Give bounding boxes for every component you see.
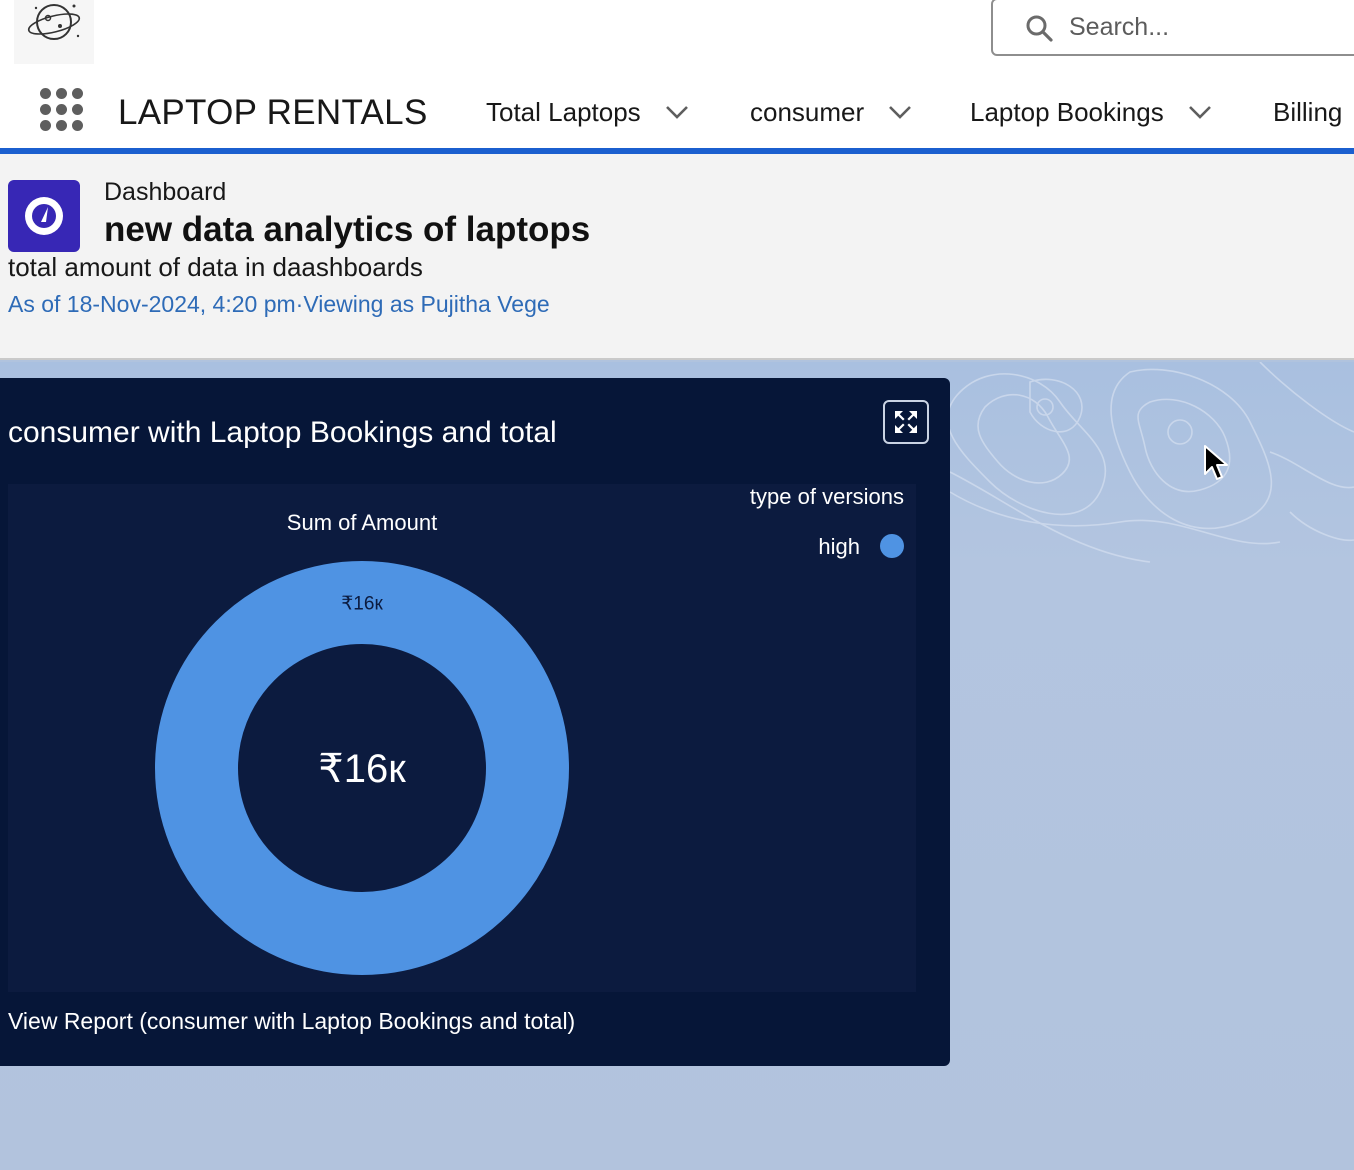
view-report-link[interactable]: View Report (consumer with Laptop Bookin… xyxy=(8,1008,575,1035)
nav-item-label: consumer xyxy=(750,96,865,127)
mouse-pointer-icon xyxy=(1204,445,1228,480)
chevron-down-icon[interactable] xyxy=(663,98,691,126)
expand-button[interactable] xyxy=(883,400,929,444)
donut-chart: Sum of Amount ₹16к ₹16к type of versions hig… xyxy=(155,484,904,975)
nav-item-label: Laptop Bookings xyxy=(970,96,1164,127)
search-icon xyxy=(1026,15,1053,42)
widget-title: consumer with Laptop Bookings and total xyxy=(8,416,557,449)
nav-item-consumer[interactable]: consumer xyxy=(750,94,914,130)
nav-item-laptop-bookings[interactable]: Laptop Bookings xyxy=(970,94,1214,130)
object-type-label: Dashboard xyxy=(104,178,227,206)
global-header xyxy=(0,0,1354,78)
dashboard-description: total amount of data in daashboards xyxy=(8,252,423,282)
donut-center-total: ₹16к xyxy=(318,747,406,791)
nav-item-billing[interactable]: Billing xyxy=(1273,94,1342,130)
search-input[interactable] xyxy=(1069,10,1349,44)
dashboard-gauge-icon xyxy=(8,180,80,252)
app-launcher-icon[interactable] xyxy=(40,88,84,132)
dashboard-widget: consumer with Laptop Bookings and total … xyxy=(0,378,950,1066)
chevron-down-icon[interactable] xyxy=(886,98,914,126)
app-navigation-bar: LAPTOP RENTALS Total Laptops consumer La… xyxy=(0,78,1354,148)
slice-value-label: ₹16к xyxy=(341,594,383,615)
global-search[interactable] xyxy=(991,0,1354,56)
nav-item-label: Billing xyxy=(1273,96,1343,127)
nav-item-total-laptops[interactable]: Total Laptops xyxy=(486,94,691,130)
legend-marker-high xyxy=(880,534,904,558)
dashboard-timestamp-viewer[interactable]: As of 18-Nov-2024, 4:20 pm·Viewing as Pu… xyxy=(8,291,550,318)
expand-icon xyxy=(895,411,917,433)
app-name: LAPTOP RENTALS xyxy=(118,93,428,132)
chart-title: Sum of Amount xyxy=(287,510,437,535)
planet-logo-icon[interactable] xyxy=(14,0,94,64)
page-title: new data analytics of laptops xyxy=(104,210,591,249)
chart-area: Sum of Amount ₹16к ₹16к type of versions hig… xyxy=(8,484,916,992)
nav-item-label: Total Laptops xyxy=(486,96,641,127)
chevron-down-icon[interactable] xyxy=(1186,98,1214,126)
legend-title: type of versions xyxy=(750,484,904,509)
legend-label-high: high xyxy=(818,534,860,559)
dashboard-header: Dashboard new data analytics of laptops … xyxy=(0,154,1354,360)
